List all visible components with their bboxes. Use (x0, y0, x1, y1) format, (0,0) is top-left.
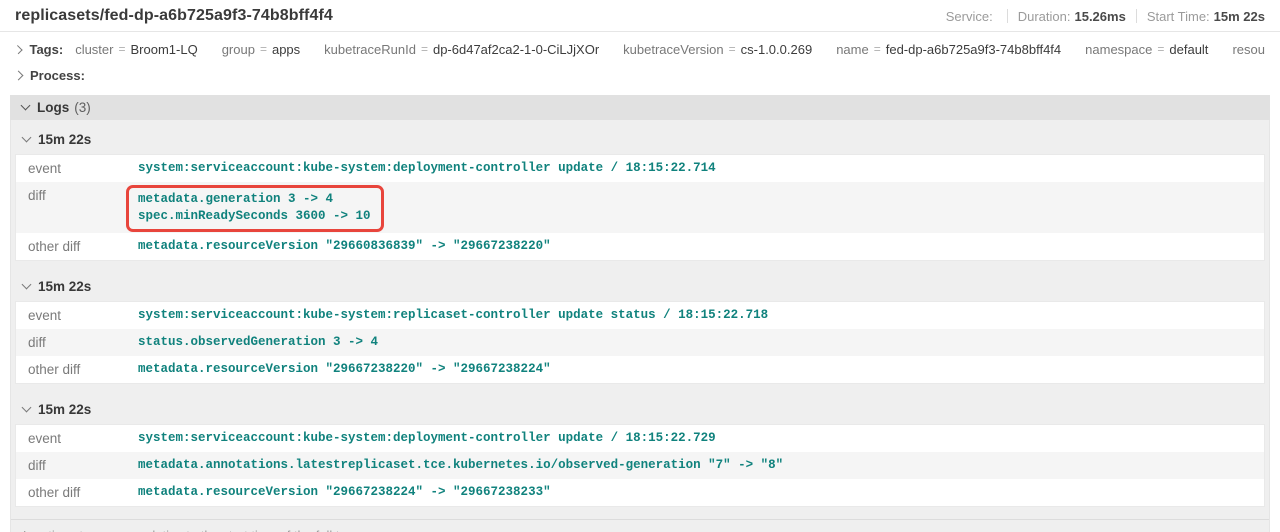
log-timestamp: 15m 22s (38, 132, 92, 147)
table-row: other diff metadata.resourceVersion "296… (16, 356, 1264, 383)
tag-equals: = (1157, 42, 1165, 56)
kv-value: status.observedGeneration 3 -> 4 (138, 335, 379, 349)
table-row: event system:serviceaccount:kube-system:… (16, 155, 1264, 182)
kv-key: other diff (28, 485, 81, 500)
table-row: diff metadata.generation 3 -> 4 spec.min… (16, 182, 1264, 233)
chevron-down-icon[interactable] (21, 402, 32, 413)
tag-value: Broom1-LQ (130, 41, 198, 57)
log-kv-table: event system:serviceaccount:kube-system:… (15, 301, 1265, 384)
tag-key: kubetraceRunId (324, 41, 416, 57)
tag-kubetrace-version: kubetraceVersion = cs-1.0.0.269 (623, 42, 812, 57)
start-time-meta: Start Time: 15m 22s (1147, 9, 1265, 24)
logs-body: 15m 22s event system:serviceaccount:kube… (10, 120, 1270, 532)
duration-meta: Duration: 15.26ms (1018, 9, 1126, 24)
table-row: other diff metadata.resourceVersion "296… (16, 233, 1264, 260)
tag-key: name (836, 41, 869, 57)
tag-key: kubetraceVersion (623, 41, 724, 57)
tag-equals: = (259, 42, 267, 56)
chevron-down-icon[interactable] (21, 279, 32, 290)
process-label: Process: (30, 68, 85, 83)
kv-key: event (28, 161, 62, 176)
logs-count: (3) (74, 100, 91, 115)
table-row: event system:serviceaccount:kube-system:… (16, 425, 1264, 452)
tag-resource: resource = replicasets… (1232, 42, 1265, 57)
log-group: 15m 22s event system:serviceaccount:kube… (11, 120, 1269, 261)
tag-equals: = (873, 42, 881, 56)
log-timestamp: 15m 22s (38, 279, 92, 294)
log-group-header[interactable]: 15m 22s (11, 399, 1269, 424)
span-header: replicasets/fed-dp-a6b725a9f3-74b8bff4f4… (0, 0, 1280, 32)
log-group: 15m 22s event system:serviceaccount:kube… (11, 384, 1269, 507)
tag-key: group (221, 41, 255, 57)
span-detail-panel: replicasets/fed-dp-a6b725a9f3-74b8bff4f4… (0, 0, 1280, 532)
service-label: Service: (945, 8, 993, 24)
logs-footer-note: Log timestamps are relative to the start… (11, 519, 1269, 532)
divider (1006, 9, 1008, 23)
kv-value: spec.minReadySeconds 3600 -> 10 (138, 209, 371, 223)
duration-label: Duration: (1017, 8, 1071, 24)
kv-key: diff (28, 335, 46, 350)
span-header-meta: Service: Duration: 15.26ms Start Time: 1… (946, 9, 1265, 24)
kv-value: system:serviceaccount:kube-system:deploy… (138, 161, 716, 175)
table-row: diff metadata.annotations.latestreplicas… (16, 452, 1264, 479)
kv-value: system:serviceaccount:kube-system:deploy… (138, 431, 716, 445)
logs-title: Logs (37, 100, 70, 115)
kv-key: event (28, 308, 62, 323)
tag-group: group = apps (222, 42, 300, 57)
kv-value: metadata.resourceVersion "29667238220" -… (138, 362, 551, 376)
start-time-label: Start Time: (1146, 8, 1210, 24)
tag-equals: = (728, 42, 736, 56)
kv-key: other diff (28, 239, 81, 254)
service-meta: Service: (946, 9, 997, 24)
span-title: replicasets/fed-dp-a6b725a9f3-74b8bff4f4 (15, 7, 333, 24)
tags-row[interactable]: Tags: cluster = Broom1-LQ group = apps k… (0, 32, 1280, 62)
kv-key: other diff (28, 362, 81, 377)
kv-value: system:serviceaccount:kube-system:replic… (138, 308, 769, 322)
logs-header[interactable]: Logs (3) (10, 95, 1270, 120)
kv-key: event (28, 431, 62, 446)
kv-key: diff (28, 458, 46, 473)
tag-name: name = fed-dp-a6b725a9f3-74b8bff4f4 (836, 42, 1061, 57)
tag-key: resource (1232, 41, 1265, 57)
chevron-down-icon[interactable] (21, 132, 32, 143)
tag-key: cluster (75, 41, 114, 57)
table-row: diff status.observedGeneration 3 -> 4 (16, 329, 1264, 356)
diff-highlight-box: metadata.generation 3 -> 4 spec.minReady… (126, 185, 384, 232)
kv-value: metadata.generation 3 -> 4 (138, 192, 334, 206)
tag-list: cluster = Broom1-LQ group = apps kubetra… (75, 41, 1265, 57)
tag-value: cs-1.0.0.269 (740, 41, 813, 57)
chevron-down-icon[interactable] (20, 100, 31, 111)
tags-label: Tags: (29, 41, 64, 57)
tag-kubetrace-run-id: kubetraceRunId = dp-6d47af2ca2-1-0-CiLJj… (324, 42, 599, 57)
start-time-value: 15m 22s (1213, 8, 1265, 24)
chevron-right-icon[interactable] (13, 70, 24, 81)
log-group-header[interactable]: 15m 22s (11, 276, 1269, 301)
divider (1135, 9, 1137, 23)
tag-equals: = (118, 42, 126, 56)
process-row[interactable]: Process: (0, 62, 1280, 91)
kv-value: metadata.annotations.latestreplicaset.tc… (138, 458, 784, 472)
duration-value: 15.26ms (1074, 8, 1126, 24)
log-group: 15m 22s event system:serviceaccount:kube… (11, 261, 1269, 384)
chevron-right-icon[interactable] (13, 44, 23, 54)
tag-namespace: namespace = default (1085, 42, 1208, 57)
log-timestamp: 15m 22s (38, 402, 92, 417)
log-kv-table: event system:serviceaccount:kube-system:… (15, 154, 1265, 261)
kv-value: metadata.resourceVersion "29667238224" -… (138, 485, 551, 499)
kv-key: diff (28, 188, 46, 203)
table-row: other diff metadata.resourceVersion "296… (16, 479, 1264, 506)
tag-value: default (1169, 41, 1209, 57)
tag-key: namespace (1085, 41, 1153, 57)
table-row: event system:serviceaccount:kube-system:… (16, 302, 1264, 329)
tag-value: apps (271, 41, 301, 57)
tag-value: dp-6d47af2ca2-1-0-CiLJjXOr (432, 41, 600, 57)
log-kv-table: event system:serviceaccount:kube-system:… (15, 424, 1265, 507)
tag-equals: = (420, 42, 428, 56)
kv-value: metadata.resourceVersion "29660836839" -… (138, 239, 551, 253)
log-group-header[interactable]: 15m 22s (11, 129, 1269, 154)
tag-value: fed-dp-a6b725a9f3-74b8bff4f4 (885, 41, 1062, 57)
tag-cluster: cluster = Broom1-LQ (75, 42, 198, 57)
logs-section: Logs (3) 15m 22s event system:serviceacc… (10, 95, 1270, 532)
